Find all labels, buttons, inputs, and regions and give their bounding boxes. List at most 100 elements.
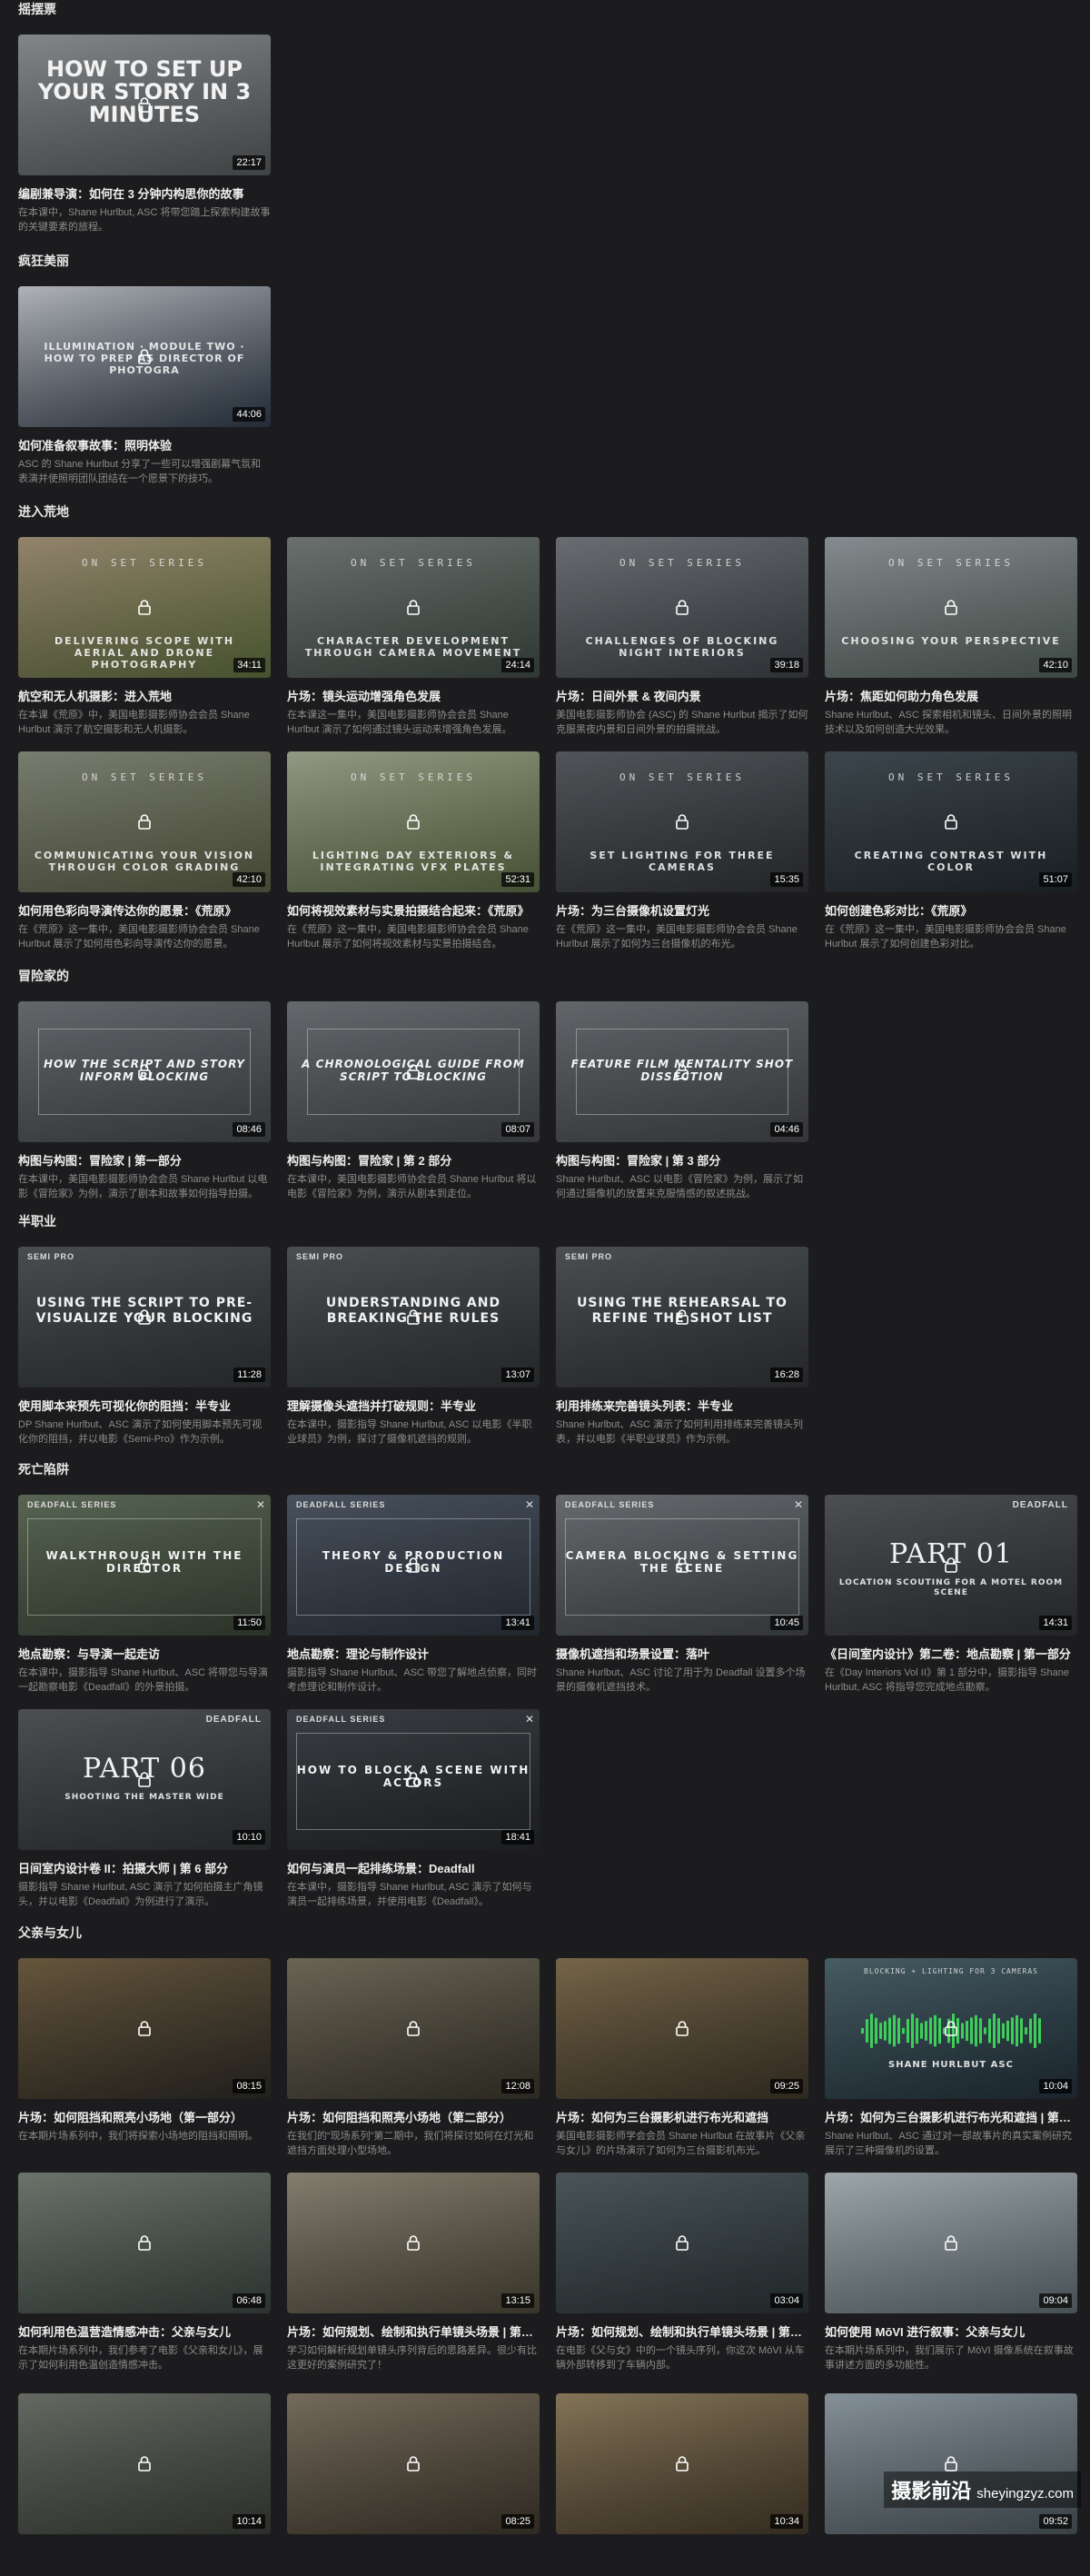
course-title[interactable]: 日间室内设计卷 II：拍摄大师 | 第 6 部分 (18, 1859, 271, 1876)
video-thumbnail[interactable]: DEADFALL SERIES ✕ CAMERA BLOCKING & SETTIN… (556, 1495, 808, 1636)
course-title[interactable]: 片场：焦距如何助力角色发展 (825, 687, 1077, 704)
video-thumbnail[interactable]: SEMI PRO USING THE SCRIPT TO PRE-VISUALIZ… (18, 1247, 271, 1387)
course-card[interactable]: DEADFALL SERIES ✕ CAMERA BLOCKING & SETTIN… (556, 1495, 808, 1695)
video-thumbnail[interactable]: BLOCKING + LIGHTING FOR 3 CAMERAS SHANE H… (825, 1958, 1077, 2099)
course-card[interactable]: DEADFALL SERIES ✕ WALKTHROUGH WITH THE DIR… (18, 1495, 271, 1695)
video-thumbnail[interactable]: ON SET SERIES COMMUNICATING YOUR VISION T… (18, 751, 271, 892)
course-card[interactable]: ON SET SERIES CHARACTER DEVELOPMENT THROU… (287, 537, 540, 737)
video-thumbnail[interactable]: 10:14 (18, 2393, 271, 2534)
course-title[interactable]: 片场：如何规划、绘制和执行单镜头场景 | 第一部分 (287, 2322, 540, 2340)
video-thumbnail[interactable]: 09:25 (556, 1958, 808, 2099)
course-title[interactable]: 构图与构图：冒险家 | 第一部分 (18, 1151, 271, 1169)
course-card[interactable]: SEMI PRO USING THE SCRIPT TO PRE-VISUALIZ… (18, 1247, 271, 1447)
course-card[interactable]: FEATURE FILM MENTALITY SHOT DISSECTION 04… (556, 1001, 808, 1201)
course-title[interactable]: 如何利用色温营造情感冲击：父亲与女儿 (18, 2322, 271, 2340)
course-card[interactable]: 08:15 片场：如何阻挡和照亮小场地（第一部分） 在本期片场系列中，我们将探索小场… (18, 1958, 271, 2158)
course-title[interactable]: 理解摄像头遮挡并打破规则：半专业 (287, 1397, 540, 1414)
course-title[interactable]: 如何创建色彩对比：《荒原》 (825, 901, 1077, 919)
course-card[interactable]: DEADFALL PART 01 LOCATION SCOUTING FOR A M… (825, 1495, 1077, 1695)
video-thumbnail[interactable]: HOW TO SET UP YOUR STORY IN 3 MINUTES 22:… (18, 35, 271, 175)
course-description: DP Shane Hurlbut、ASC 演示了如何使用脚本预先可视化你的阻挡，… (18, 1419, 263, 1445)
course-card[interactable]: 08:25 (287, 2393, 540, 2576)
course-title[interactable]: 《日间室内设计》第二卷：地点勘察 | 第一部分 (825, 1645, 1077, 1662)
course-card[interactable]: ON SET SERIES CHALLENGES OF BLOCKING NIGH… (556, 537, 808, 737)
video-thumbnail[interactable]: SEMI PRO UNDERSTANDING AND BREAKING THE R… (287, 1247, 540, 1387)
course-title[interactable]: 如何与演员一起排练场景：Deadfall (287, 1859, 540, 1876)
course-title[interactable]: 片场：如何阻挡和照亮小场地（第二部分） (287, 2108, 540, 2125)
course-card[interactable]: DEADFALL SERIES ✕ THEORY & PRODUCTION DESI… (287, 1495, 540, 1695)
video-thumbnail[interactable]: SEMI PRO USING THE REHEARSAL TO REFINE TH… (556, 1247, 808, 1387)
course-card[interactable]: DEADFALL SERIES ✕ HOW TO BLOCK A SCENE WIT… (287, 1709, 540, 1909)
video-thumbnail[interactable]: 12:08 (287, 1958, 540, 2099)
video-thumbnail[interactable]: ON SET SERIES CHALLENGES OF BLOCKING NIGH… (556, 537, 808, 678)
course-card[interactable]: ON SET SERIES CHOOSING YOUR PERSPECTIVE 42… (825, 537, 1077, 737)
course-card[interactable]: 09:04 如何使用 MōVI 进行叙事：父亲与女儿 在本期片场系列中，我们展示了 … (825, 2173, 1077, 2372)
video-thumbnail[interactable]: ILLUMINATION · MODULE TWO · HOW TO PREP … (18, 286, 271, 427)
video-thumbnail[interactable]: 10:34 (556, 2393, 808, 2534)
video-thumbnail[interactable]: ON SET SERIES DELIVERING SCOPE WITH AERIA… (18, 537, 271, 678)
video-thumbnail[interactable]: DEADFALL PART 06 SHOOTING THE MASTER WIDE 1… (18, 1709, 271, 1850)
video-thumbnail[interactable]: ON SET SERIES SET LIGHTING FOR THREE CAME… (556, 751, 808, 892)
course-title[interactable]: 片场：如何为三台摄影机进行布光和遮挡 | 第二部分 (825, 2108, 1077, 2125)
course-card[interactable]: 09:25 片场：如何为三台摄影机进行布光和遮挡 美国电影摄影师学会会员 Shane… (556, 1958, 808, 2158)
course-card[interactable]: 10:14 (18, 2393, 271, 2576)
video-thumbnail[interactable]: 03:04 (556, 2173, 808, 2313)
lock-icon (406, 813, 421, 830)
course-title[interactable]: 如何使用 MōVI 进行叙事：父亲与女儿 (825, 2322, 1077, 2340)
video-thumbnail[interactable]: FEATURE FILM MENTALITY SHOT DISSECTION 04… (556, 1001, 808, 1142)
course-card[interactable]: 03:04 片场：如何规划、绘制和执行单镜头场景 | 第二部分 在电影《父与女》中的… (556, 2173, 808, 2372)
course-card[interactable]: 12:08 片场：如何阻挡和照亮小场地（第二部分） 在我们的“现场系列”第二期中，我… (287, 1958, 540, 2158)
course-title[interactable]: 编剧兼导演：如何在 3 分钟内构思你的故事 (18, 184, 271, 202)
video-thumbnail[interactable]: 09:04 (825, 2173, 1077, 2313)
video-thumbnail[interactable]: ON SET SERIES CHARACTER DEVELOPMENT THROU… (287, 537, 540, 678)
course-title[interactable]: 片场：为三台摄像机设置灯光 (556, 901, 808, 919)
course-card[interactable]: HOW THE SCRIPT AND STORY INFORM BLOCKING… (18, 1001, 271, 1201)
video-thumbnail[interactable]: DEADFALL SERIES ✕ HOW TO BLOCK A SCENE WIT… (287, 1709, 540, 1850)
course-title[interactable]: 构图与构图：冒险家 | 第 2 部分 (287, 1151, 540, 1169)
course-title[interactable]: 片场：如何阻挡和照亮小场地（第一部分） (18, 2108, 271, 2125)
course-card[interactable]: SEMI PRO UNDERSTANDING AND BREAKING THE R… (287, 1247, 540, 1447)
course-title[interactable]: 航空和无人机摄影：进入荒地 (18, 687, 271, 704)
video-thumbnail[interactable]: 06:48 (18, 2173, 271, 2313)
course-title[interactable]: 地点勘察：与导演一起走访 (18, 1645, 271, 1662)
course-card[interactable]: SEMI PRO USING THE REHEARSAL TO REFINE TH… (556, 1247, 808, 1447)
video-thumbnail[interactable]: 08:25 (287, 2393, 540, 2534)
course-title[interactable]: 片场：镜头运动增强角色发展 (287, 687, 540, 704)
course-title[interactable]: 片场：如何规划、绘制和执行单镜头场景 | 第二部分 (556, 2322, 808, 2340)
course-card[interactable]: ON SET SERIES SET LIGHTING FOR THREE CAME… (556, 751, 808, 951)
course-title[interactable]: 如何用色彩向导演传达你的愿景：《荒原》 (18, 901, 271, 919)
course-card[interactable]: HOW TO SET UP YOUR STORY IN 3 MINUTES 22:… (18, 35, 271, 234)
course-card[interactable]: ON SET SERIES DELIVERING SCOPE WITH AERIA… (18, 537, 271, 737)
video-thumbnail[interactable]: HOW THE SCRIPT AND STORY INFORM BLOCKING… (18, 1001, 271, 1142)
course-title[interactable]: 使用脚本来预先可视化你的阻挡：半专业 (18, 1397, 271, 1414)
course-title[interactable]: 摄像机遮挡和场景设置：落叶 (556, 1645, 808, 1662)
course-card[interactable]: ON SET SERIES CREATING CONTRAST WITH COLO… (825, 751, 1077, 951)
video-thumbnail[interactable]: DEADFALL PART 01 LOCATION SCOUTING FOR A M… (825, 1495, 1077, 1636)
course-card[interactable]: ON SET SERIES LIGHTING DAY EXTERIORS & IN… (287, 751, 540, 951)
series-label: SEMI PRO (296, 1252, 344, 1261)
course-title[interactable]: 利用排练来完善镜头列表：半专业 (556, 1397, 808, 1414)
course-card[interactable]: 10:34 (556, 2393, 808, 2576)
course-card[interactable]: BLOCKING + LIGHTING FOR 3 CAMERAS SHANE H… (825, 1958, 1077, 2158)
course-title[interactable]: 地点勘察：理论与制作设计 (287, 1645, 540, 1662)
course-title[interactable]: 片场：如何为三台摄影机进行布光和遮挡 (556, 2108, 808, 2125)
video-thumbnail[interactable]: DEADFALL SERIES ✕ THEORY & PRODUCTION DESI… (287, 1495, 540, 1636)
video-thumbnail[interactable]: 08:15 (18, 1958, 271, 2099)
course-card[interactable]: 06:48 如何利用色温营造情感冲击：父亲与女儿 在本期片场系列中，我们参考了电影《… (18, 2173, 271, 2372)
course-card[interactable]: DEADFALL PART 06 SHOOTING THE MASTER WIDE 1… (18, 1709, 271, 1909)
video-thumbnail[interactable]: 13:15 (287, 2173, 540, 2313)
course-card[interactable]: ILLUMINATION · MODULE TWO · HOW TO PREP … (18, 286, 271, 486)
course-title[interactable]: 片场：日间外景 & 夜间内景 (556, 687, 808, 704)
course-title[interactable]: 构图与构图：冒险家 | 第 3 部分 (556, 1151, 808, 1169)
video-thumbnail[interactable]: DEADFALL SERIES ✕ WALKTHROUGH WITH THE DIR… (18, 1495, 271, 1636)
course-card[interactable]: A CHRONOLOGICAL GUIDE FROM SCRIPT TO BLO… (287, 1001, 540, 1201)
video-thumbnail[interactable]: A CHRONOLOGICAL GUIDE FROM SCRIPT TO BLO… (287, 1001, 540, 1142)
video-thumbnail[interactable]: ON SET SERIES LIGHTING DAY EXTERIORS & IN… (287, 751, 540, 892)
video-thumbnail[interactable]: ON SET SERIES CHOOSING YOUR PERSPECTIVE 42… (825, 537, 1077, 678)
video-thumbnail[interactable]: 09:52 (825, 2393, 1077, 2534)
course-card[interactable]: ON SET SERIES COMMUNICATING YOUR VISION T… (18, 751, 271, 951)
course-card[interactable]: 13:15 片场：如何规划、绘制和执行单镜头场景 | 第一部分 学习如何解析规划单镜… (287, 2173, 540, 2372)
course-title[interactable]: 如何将视效素材与实景拍摄结合起来：《荒原》 (287, 901, 540, 919)
course-title[interactable]: 如何准备叙事故事：照明体验 (18, 436, 271, 453)
video-thumbnail[interactable]: ON SET SERIES CREATING CONTRAST WITH COLO… (825, 751, 1077, 892)
